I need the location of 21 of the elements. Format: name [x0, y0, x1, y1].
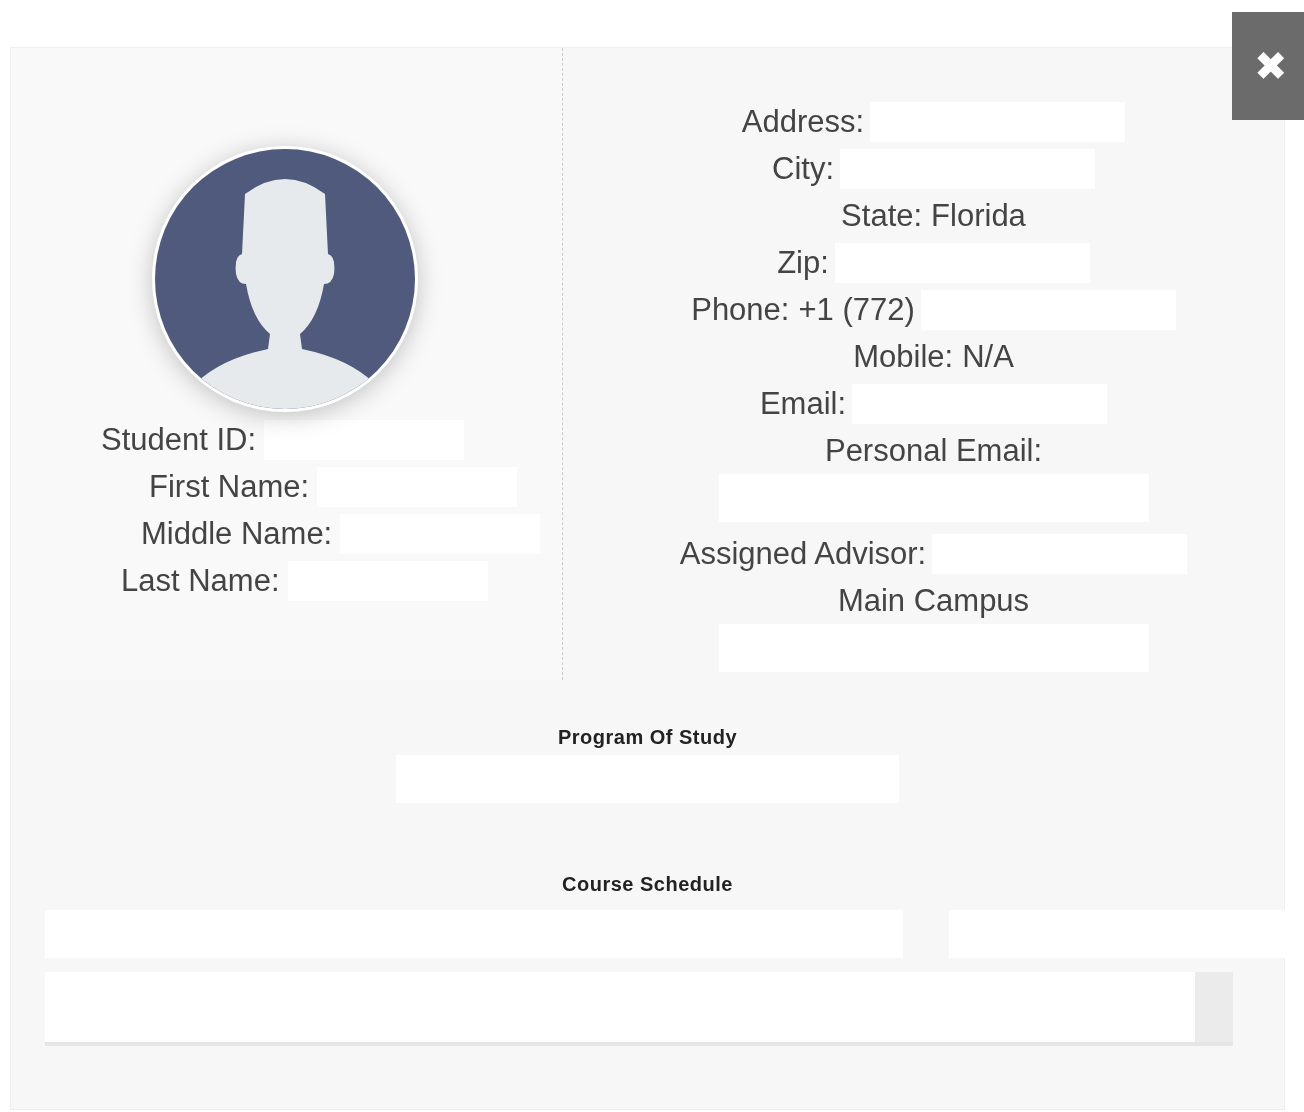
field-label: Last Name: — [121, 562, 280, 600]
field-label: Email: — [759, 385, 847, 422]
field-value: +1 (772) — [798, 291, 915, 328]
field-label: Middle Name: — [141, 515, 333, 553]
field-label: Personal Email: — [824, 432, 1043, 469]
field-value: Florida — [931, 197, 1026, 234]
field-label: Student ID: — [101, 421, 257, 459]
field-label: City: — [772, 150, 834, 187]
field-label: Assigned Advisor: — [679, 535, 927, 572]
field-label: Main Campus — [837, 582, 1030, 619]
section-title: Program Of Study — [557, 726, 738, 749]
field-label: Mobile: — [853, 338, 954, 375]
field-label: First Name: — [149, 468, 310, 506]
field-value: N/A — [962, 338, 1014, 375]
field-label: Address: — [741, 103, 865, 140]
field-label: State: — [841, 197, 923, 234]
section-title: Course Schedule — [562, 873, 733, 896]
avatar-icon — [149, 144, 420, 414]
field-label: Phone: — [691, 291, 790, 328]
close-button[interactable]: ✖ — [1232, 12, 1304, 120]
field-label: Zip: — [777, 244, 829, 281]
